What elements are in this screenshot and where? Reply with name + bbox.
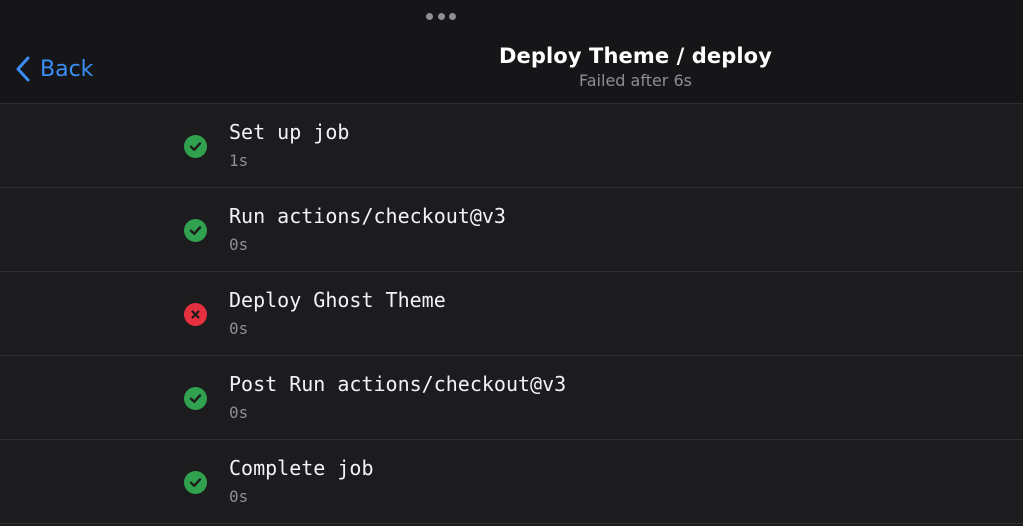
check-circle-icon: [184, 387, 207, 410]
step-row[interactable]: Run actions/checkout@v3 0s: [0, 188, 1023, 272]
title-block: Deploy Theme / deploy Failed after 6s: [0, 44, 1023, 90]
check-circle-icon: [184, 471, 207, 494]
run-status-subtitle: Failed after 6s: [579, 71, 692, 90]
step-row[interactable]: Complete job 0s: [0, 440, 1023, 524]
job-steps-list: Set up job 1s Run actions/checkout@v3 0s…: [0, 104, 1023, 524]
more-options-icon[interactable]: [426, 12, 456, 20]
step-duration: 0s: [229, 235, 249, 254]
step-duration: 0s: [229, 487, 249, 506]
check-circle-icon: [184, 135, 207, 158]
step-name: Deploy Ghost Theme: [229, 288, 446, 312]
navigation-bar: Back Deploy Theme / deploy Failed after …: [0, 0, 1023, 104]
step-row[interactable]: Deploy Ghost Theme 0s: [0, 272, 1023, 356]
check-circle-icon: [184, 219, 207, 242]
step-name: Set up job: [229, 120, 350, 144]
step-duration: 0s: [229, 319, 249, 338]
step-duration: 1s: [229, 151, 249, 170]
step-duration: 0s: [229, 403, 249, 422]
step-name: Run actions/checkout@v3: [229, 204, 506, 228]
step-name: Post Run actions/checkout@v3: [229, 372, 567, 396]
step-row[interactable]: Post Run actions/checkout@v3 0s: [0, 356, 1023, 440]
page-title: Deploy Theme / deploy: [499, 44, 772, 68]
step-row[interactable]: Set up job 1s: [0, 104, 1023, 188]
x-circle-icon: [184, 303, 207, 326]
step-name: Complete job: [229, 456, 374, 480]
